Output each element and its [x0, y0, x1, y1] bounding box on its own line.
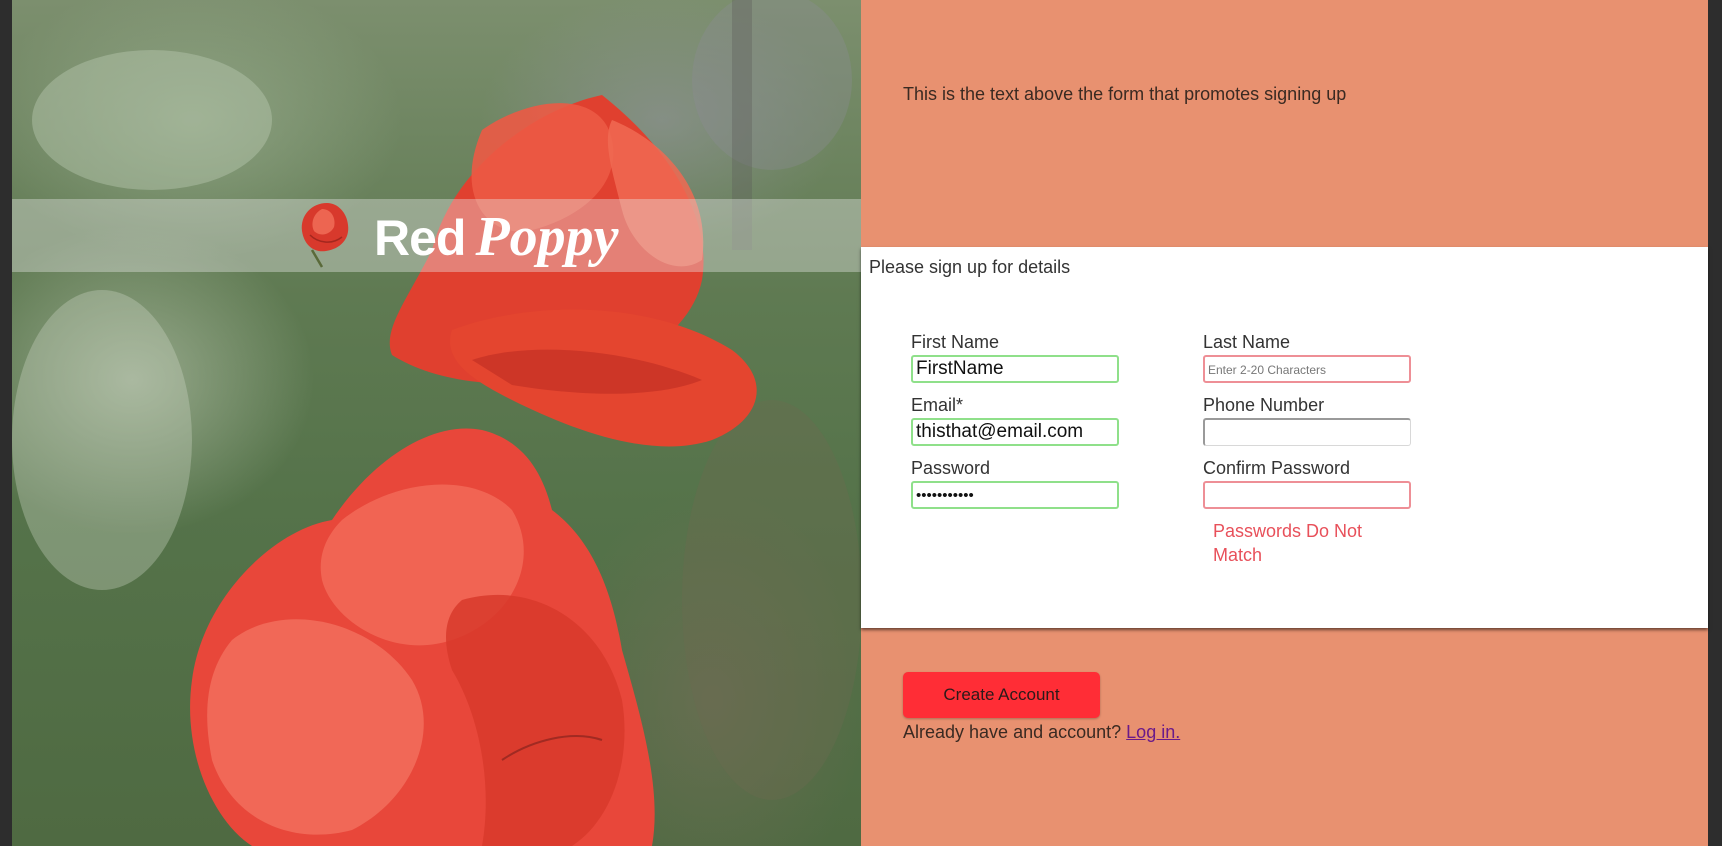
password-label: Password: [911, 458, 991, 478]
promo-text: This is the text above the form that pro…: [903, 84, 1347, 104]
password-mismatch-error: Passwords Do Not Match: [1213, 521, 1363, 565]
poppy-flower-icon: [301, 203, 349, 268]
first-name-label: First Name: [911, 332, 1000, 352]
page: Red Poppy This is the text above the for…: [12, 0, 1708, 846]
first-name-field: First Name: [911, 331, 1119, 383]
poppy-photo: [12, 0, 861, 846]
password-field: Password: [911, 457, 1119, 509]
last-name-field: Last Name: [1203, 331, 1411, 383]
form-title: Please sign up for details: [869, 257, 1071, 277]
confirm-password-label: Confirm Password: [1203, 458, 1351, 478]
phone-field: Phone Number: [1203, 394, 1411, 446]
password-input[interactable]: [911, 481, 1119, 509]
email-input[interactable]: [911, 418, 1119, 446]
signup-form-card: Please sign up for details First Name La…: [861, 247, 1708, 628]
email-field: Email*: [911, 394, 1119, 446]
brand-name-poppy: Poppy: [475, 206, 619, 268]
login-prompt: Already have and account? Log in.: [903, 722, 1180, 743]
brand-name-red: Red: [374, 210, 466, 266]
signup-panel: This is the text above the form that pro…: [861, 0, 1708, 846]
create-account-button[interactable]: Create Account: [903, 672, 1100, 718]
first-name-input[interactable]: [911, 355, 1119, 383]
email-label: Email*: [911, 395, 964, 415]
phone-input[interactable]: [1203, 418, 1411, 446]
confirm-password-field: Confirm Password: [1203, 457, 1411, 509]
phone-label: Phone Number: [1203, 395, 1325, 415]
hero-image: Red Poppy: [12, 0, 861, 846]
login-link[interactable]: Log in.: [1126, 722, 1180, 742]
last-name-input[interactable]: [1203, 355, 1411, 383]
brand-logo: Red Poppy: [374, 205, 619, 268]
last-name-label: Last Name: [1203, 332, 1291, 352]
confirm-password-input[interactable]: [1203, 481, 1411, 509]
login-prompt-text: Already have and account?: [903, 722, 1122, 742]
